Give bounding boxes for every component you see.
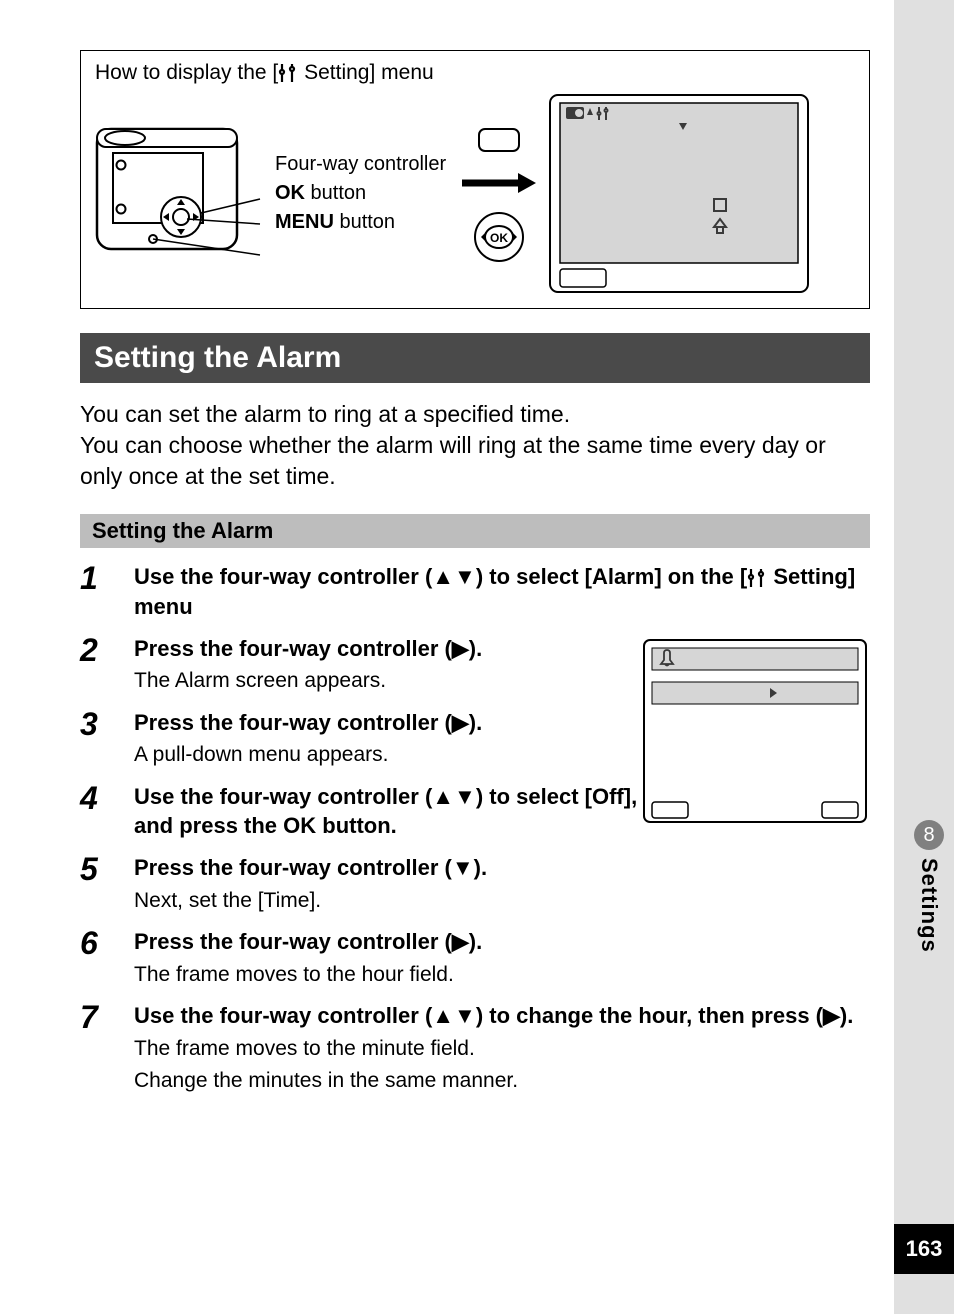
step-number: 6 (80, 927, 134, 989)
right-icon: ▶ (452, 929, 469, 954)
step-5: 5 Press the four-way controller (▼). Nex… (80, 853, 870, 915)
step-heading: Press the four-way controller (▼). (134, 853, 870, 883)
step-heading: Use the four-way controller (▲▼) to sele… (134, 562, 870, 621)
step-description: Change the minutes in the same manner. (134, 1067, 870, 1095)
camera-screen-illustration (546, 91, 812, 296)
step-6: 6 Press the four-way controller (▶). The… (80, 927, 870, 989)
howto-diagram: How to display the [ Setting] menu (80, 50, 870, 309)
step-heading: Use the four-way controller (▲▼) to chan… (134, 1001, 870, 1031)
down-icon: ▼ (452, 855, 474, 880)
step-1: 1 Use the four-way controller (▲▼) to se… (80, 562, 870, 621)
section-title: Setting the Alarm (80, 333, 870, 383)
step-description: The Alarm screen appears. (134, 667, 604, 695)
setting-icon (747, 567, 767, 589)
arrow-right-icon (462, 171, 536, 195)
step-heading: Press the four-way controller (▶). (134, 927, 870, 957)
intro-line-1: You can set the alarm to ring at a speci… (80, 399, 870, 430)
step-description: A pull-down menu appears. (134, 741, 604, 769)
step-heading: Press the four-way controller (▶). (134, 634, 604, 664)
step-number: 5 (80, 853, 134, 915)
label-menu: MENU button (275, 211, 446, 234)
step-number: 4 (80, 782, 134, 841)
step-number: 1 (80, 562, 134, 621)
chapter-number: 8 (914, 820, 944, 850)
intro-text: You can set the alarm to ring at a speci… (80, 399, 870, 492)
svg-text:OK: OK (490, 231, 508, 245)
small-button-icon (477, 125, 521, 155)
updown-icon: ▲▼ (432, 784, 476, 809)
intro-line-2: You can choose whether the alarm will ri… (80, 430, 870, 492)
updown-icon: ▲▼ (432, 1003, 476, 1028)
diagram-caption: How to display the [ Setting] menu (95, 61, 855, 85)
right-icon: ▶ (452, 636, 469, 661)
step-description: The frame moves to the minute field. (134, 1035, 870, 1063)
subheading: Setting the Alarm (80, 514, 870, 548)
arrow-column: OK (462, 125, 536, 263)
step-number: 7 (80, 1001, 134, 1095)
setting-icon (278, 62, 298, 84)
chapter-tab: 8 Settings (914, 820, 944, 953)
step-number: 3 (80, 708, 134, 770)
step-number: 2 (80, 634, 134, 696)
diagram-caption-prefix: How to display the [ (95, 61, 278, 84)
alarm-screen-illustration (640, 636, 870, 831)
page-number: 163 (894, 1224, 954, 1274)
label-fourway: Four-way controller (275, 153, 446, 176)
step-description: Next, set the [Time]. (134, 887, 870, 915)
camera-illustration (95, 109, 265, 279)
side-margin (894, 0, 954, 1314)
label-ok: OK button (275, 182, 446, 205)
diagram-caption-suffix: Setting] menu (298, 61, 433, 84)
steps-list: 1 Use the four-way controller (▲▼) to se… (80, 562, 870, 1095)
updown-icon: ▲▼ (432, 564, 476, 589)
diagram-labels: Four-way controller OK button MENU butto… (275, 153, 446, 234)
step-description: The frame moves to the hour field. (134, 961, 870, 989)
chapter-label: Settings (916, 858, 942, 953)
step-heading: Press the four-way controller (▶). (134, 708, 604, 738)
ok-button-icon: OK (473, 211, 525, 263)
step-7: 7 Use the four-way controller (▲▼) to ch… (80, 1001, 870, 1095)
right-icon: ▶ (452, 710, 469, 735)
right-icon: ▶ (823, 1003, 840, 1028)
